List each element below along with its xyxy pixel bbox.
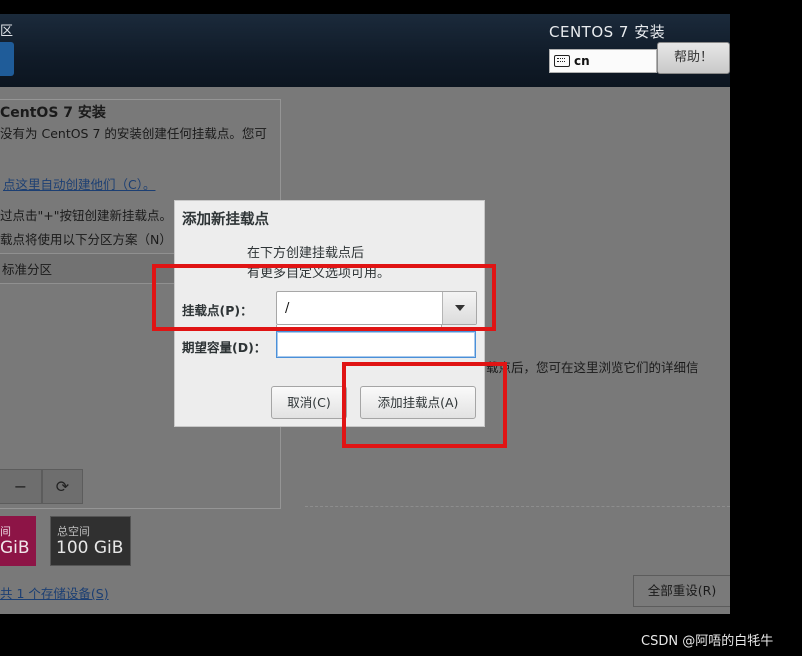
- keyboard-layout-label: cn: [574, 54, 590, 68]
- refresh-button[interactable]: ⟳: [42, 469, 83, 504]
- done-button[interactable]: [0, 42, 14, 76]
- auto-create-link[interactable]: 点这里自动创建他们（C）。: [3, 174, 155, 193]
- dialog-message-line1: 在下方创建挂载点后: [247, 246, 365, 261]
- no-mount-points-description: 没有为 CentOS 7 的安装创建任何挂载点。您可: [0, 126, 267, 141]
- keyboard-layout-indicator[interactable]: cn: [549, 49, 657, 73]
- desired-capacity-label: 期望容量(D)：: [182, 340, 267, 355]
- available-space-label: 间: [0, 525, 11, 538]
- watermark-text: CSDN @阿唔的白牦牛: [641, 634, 774, 649]
- spoke-title-fragment: 区: [0, 24, 14, 39]
- keyboard-icon: [554, 55, 570, 67]
- partition-scheme-value: 标准分区: [2, 262, 53, 277]
- total-space-value: 100 GiB: [56, 538, 124, 558]
- remove-mount-point-button[interactable]: −: [0, 469, 42, 504]
- annotation-highlight-mount-point: [152, 264, 496, 331]
- desired-capacity-input[interactable]: [276, 331, 476, 358]
- add-hint-text: 过点击"+"按钮创建新挂载点。: [0, 208, 172, 223]
- cancel-button[interactable]: 取消(C): [271, 386, 347, 419]
- total-space-label: 总空间: [57, 525, 90, 538]
- help-button[interactable]: 帮助！: [657, 42, 730, 74]
- scheme-hint-text: 载点将使用以下分区方案（N）: [0, 232, 172, 247]
- annotation-highlight-add-button: [342, 362, 507, 448]
- storage-devices-link[interactable]: 共 1 个存储设备(S): [0, 583, 109, 602]
- dashed-divider: [305, 506, 730, 507]
- product-title: CENTOS 7 安装: [549, 23, 666, 41]
- new-install-title: CentOS 7 安装: [0, 105, 106, 121]
- available-space-value: GiB: [0, 538, 30, 558]
- dialog-title: 添加新挂载点: [182, 212, 269, 228]
- reset-all-button[interactable]: 全部重设(R): [633, 575, 730, 607]
- mount-point-details-hint: 载点后，您可在这里浏览它们的详细信: [486, 360, 699, 375]
